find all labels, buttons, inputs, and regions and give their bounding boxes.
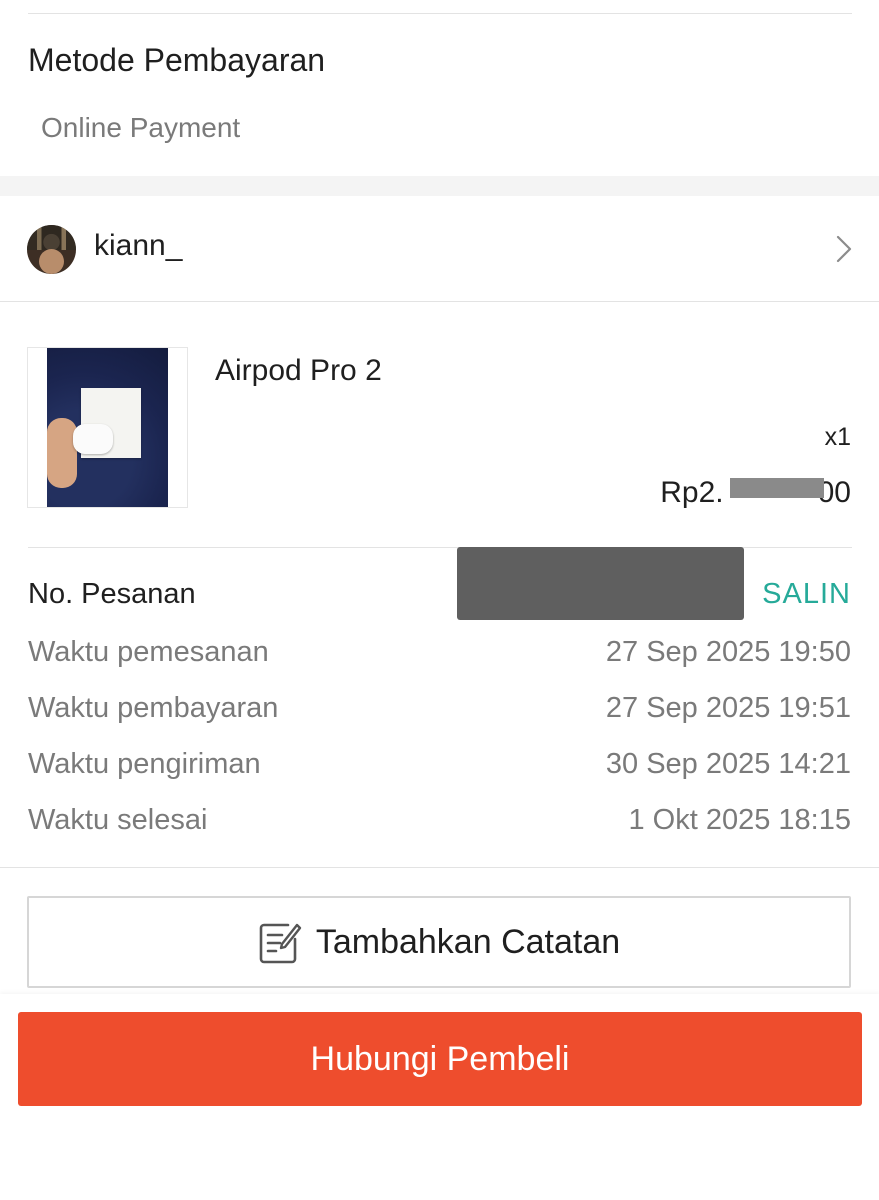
price-redaction <box>730 478 824 498</box>
order-number-redaction <box>457 547 744 620</box>
copy-order-number-button[interactable]: SALIN <box>762 578 851 611</box>
buyer-divider <box>0 301 879 302</box>
product-thumbnail[interactable] <box>27 347 188 508</box>
completion-time-label: Waktu selesai <box>28 804 208 836</box>
product-price-prefix: Rp2. <box>660 476 724 509</box>
shipping-time-label: Waktu pengiriman <box>28 748 261 780</box>
order-info-divider <box>0 867 879 868</box>
shipping-time-value: 30 Sep 2025 14:21 <box>605 748 851 780</box>
payment-time-label: Waktu pembayaran <box>28 692 279 724</box>
edit-note-icon <box>259 923 302 964</box>
order-time-label: Waktu pemesanan <box>28 636 269 668</box>
add-note-button[interactable]: Tambahkan Catatan <box>27 896 851 988</box>
top-divider <box>28 13 852 14</box>
product-quantity: x1 <box>824 423 851 451</box>
completion-time-value: 1 Okt 2025 18:15 <box>628 804 852 836</box>
add-note-label: Tambahkan Catatan <box>315 922 621 961</box>
order-number-label: No. Pesanan <box>28 578 196 610</box>
buyer-row[interactable]: kiann_ <box>0 197 879 301</box>
chevron-right-icon <box>836 235 852 263</box>
payment-method-value: Online Payment <box>41 112 241 143</box>
payment-method-title: Metode Pembayaran <box>28 42 326 78</box>
avatar <box>27 225 76 274</box>
order-time-value: 27 Sep 2025 19:50 <box>605 636 851 668</box>
product-name: Airpod Pro 2 <box>215 354 382 387</box>
buyer-username: kiann_ <box>94 229 183 262</box>
product-image <box>47 348 168 507</box>
contact-buyer-button[interactable]: Hubungi Pembeli <box>18 1012 862 1106</box>
section-gap <box>0 176 879 196</box>
payment-time-value: 27 Sep 2025 19:51 <box>605 692 851 724</box>
